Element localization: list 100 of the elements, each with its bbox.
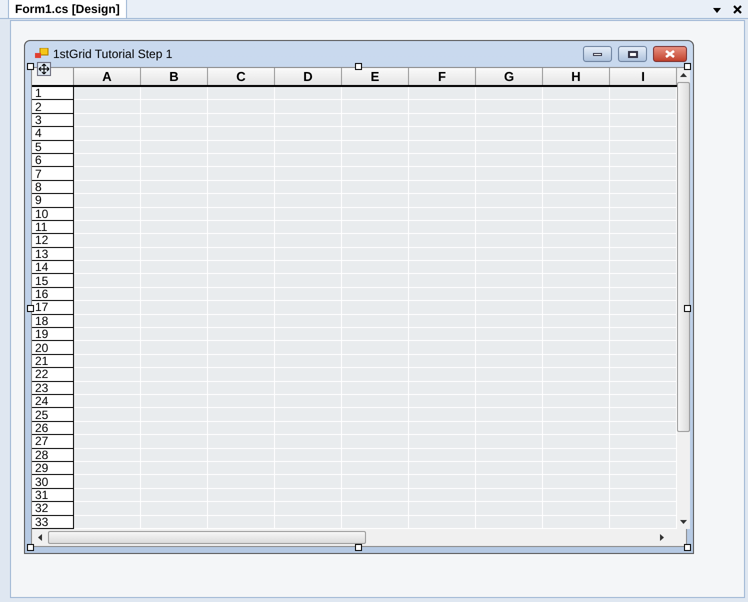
- table-cell[interactable]: [610, 127, 677, 141]
- table-cell[interactable]: [610, 422, 677, 436]
- table-cell[interactable]: [610, 114, 677, 128]
- table-cell[interactable]: [74, 140, 141, 154]
- table-cell[interactable]: [543, 87, 610, 100]
- table-cell[interactable]: [610, 274, 677, 288]
- table-cell[interactable]: [610, 288, 677, 302]
- row-header[interactable]: 3: [32, 114, 74, 128]
- table-cell[interactable]: [610, 208, 677, 221]
- table-cell[interactable]: [74, 261, 141, 274]
- dropdown-icon[interactable]: [713, 8, 721, 13]
- row-header[interactable]: 28: [32, 448, 74, 462]
- row-header[interactable]: 5: [32, 140, 74, 154]
- table-cell[interactable]: [74, 220, 141, 234]
- resize-handle[interactable]: [684, 544, 691, 551]
- row-header[interactable]: 12: [32, 234, 74, 248]
- table-cell[interactable]: [610, 180, 677, 194]
- row-header[interactable]: 16: [32, 288, 74, 302]
- row-header[interactable]: 11: [32, 220, 74, 234]
- column-header[interactable]: C: [208, 68, 275, 85]
- resize-handle[interactable]: [684, 305, 691, 312]
- table-cell[interactable]: [610, 314, 677, 328]
- row-header[interactable]: 6: [32, 154, 74, 168]
- table-cell[interactable]: [74, 462, 141, 476]
- row-header[interactable]: 30: [32, 475, 74, 489]
- table-cell[interactable]: [610, 354, 677, 368]
- row-header[interactable]: 1: [32, 87, 74, 100]
- row-header[interactable]: 7: [32, 167, 74, 181]
- table-cell[interactable]: [74, 180, 141, 194]
- table-cell[interactable]: [610, 382, 677, 395]
- scroll-thumb[interactable]: [48, 531, 366, 544]
- row-header[interactable]: 21: [32, 354, 74, 368]
- row-header[interactable]: 17: [32, 301, 74, 315]
- column-header[interactable]: I: [610, 68, 677, 85]
- column-header[interactable]: E: [342, 68, 409, 85]
- table-cell[interactable]: [74, 516, 141, 529]
- resize-handle[interactable]: [27, 544, 34, 551]
- column-header[interactable]: A: [74, 68, 141, 85]
- table-cell[interactable]: [74, 114, 141, 128]
- row-header[interactable]: 9: [32, 194, 74, 208]
- table-cell[interactable]: [74, 328, 141, 342]
- table-cell[interactable]: [610, 394, 677, 408]
- document-tab[interactable]: Form1.cs [Design]: [8, 0, 127, 18]
- scroll-thumb[interactable]: [677, 82, 690, 432]
- table-cell[interactable]: [409, 87, 476, 100]
- row-header[interactable]: 24: [32, 394, 74, 408]
- table-cell[interactable]: [610, 341, 677, 355]
- table-cell[interactable]: [476, 87, 543, 100]
- table-cell[interactable]: [74, 167, 141, 181]
- maximize-button[interactable]: [618, 46, 647, 62]
- scroll-up-icon[interactable]: [680, 73, 687, 77]
- row-header[interactable]: 2: [32, 100, 74, 114]
- resize-handle[interactable]: [27, 63, 34, 70]
- table-cell[interactable]: [74, 488, 141, 502]
- resize-handle[interactable]: [355, 544, 362, 551]
- row-header[interactable]: 23: [32, 382, 74, 395]
- row-header[interactable]: 14: [32, 261, 74, 274]
- table-cell[interactable]: [74, 248, 141, 262]
- table-cell[interactable]: [74, 100, 141, 114]
- move-icon[interactable]: [37, 62, 51, 76]
- row-header[interactable]: 4: [32, 127, 74, 141]
- table-cell[interactable]: [74, 87, 141, 100]
- table-cell[interactable]: [74, 354, 141, 368]
- row-header[interactable]: 32: [32, 502, 74, 516]
- form-window[interactable]: 1stGrid Tutorial Step 1 A B C D E F G H I 1 2 3 4 5 6 7 8 9 10 11 12 13 14 15 16 17 18 19 20 21 22 23 24 25 26 27 28 29 30 31 32 33: [24, 40, 694, 554]
- scroll-right-icon[interactable]: [660, 534, 664, 541]
- resize-handle[interactable]: [355, 63, 362, 70]
- table-cell[interactable]: [74, 394, 141, 408]
- table-cell[interactable]: [342, 87, 409, 100]
- column-header[interactable]: F: [409, 68, 476, 85]
- column-header[interactable]: D: [275, 68, 342, 85]
- table-cell[interactable]: [275, 87, 342, 100]
- row-header[interactable]: 26: [32, 422, 74, 436]
- close-button[interactable]: [653, 46, 687, 62]
- table-cell[interactable]: [610, 261, 677, 274]
- table-cell[interactable]: [74, 194, 141, 208]
- row-header[interactable]: 29: [32, 462, 74, 476]
- table-cell[interactable]: [74, 341, 141, 355]
- table-cell[interactable]: [610, 248, 677, 262]
- table-cell[interactable]: [74, 314, 141, 328]
- column-header[interactable]: G: [476, 68, 543, 85]
- table-cell[interactable]: [74, 301, 141, 315]
- row-header[interactable]: 22: [32, 368, 74, 382]
- table-cell[interactable]: [610, 140, 677, 154]
- resize-handle[interactable]: [684, 63, 691, 70]
- table-cell[interactable]: [610, 220, 677, 234]
- table-cell[interactable]: [74, 422, 141, 436]
- resize-handle[interactable]: [27, 305, 34, 312]
- row-header[interactable]: 33: [32, 516, 74, 529]
- row-header[interactable]: 15: [32, 274, 74, 288]
- row-header[interactable]: 27: [32, 435, 74, 449]
- row-header[interactable]: 8: [32, 180, 74, 194]
- table-cell[interactable]: [74, 288, 141, 302]
- table-cell[interactable]: [610, 100, 677, 114]
- row-header[interactable]: 10: [32, 208, 74, 221]
- scroll-left-icon[interactable]: [38, 534, 42, 541]
- table-cell[interactable]: [74, 274, 141, 288]
- table-cell[interactable]: [610, 234, 677, 248]
- column-header[interactable]: B: [141, 68, 208, 85]
- minimize-button[interactable]: [583, 46, 612, 62]
